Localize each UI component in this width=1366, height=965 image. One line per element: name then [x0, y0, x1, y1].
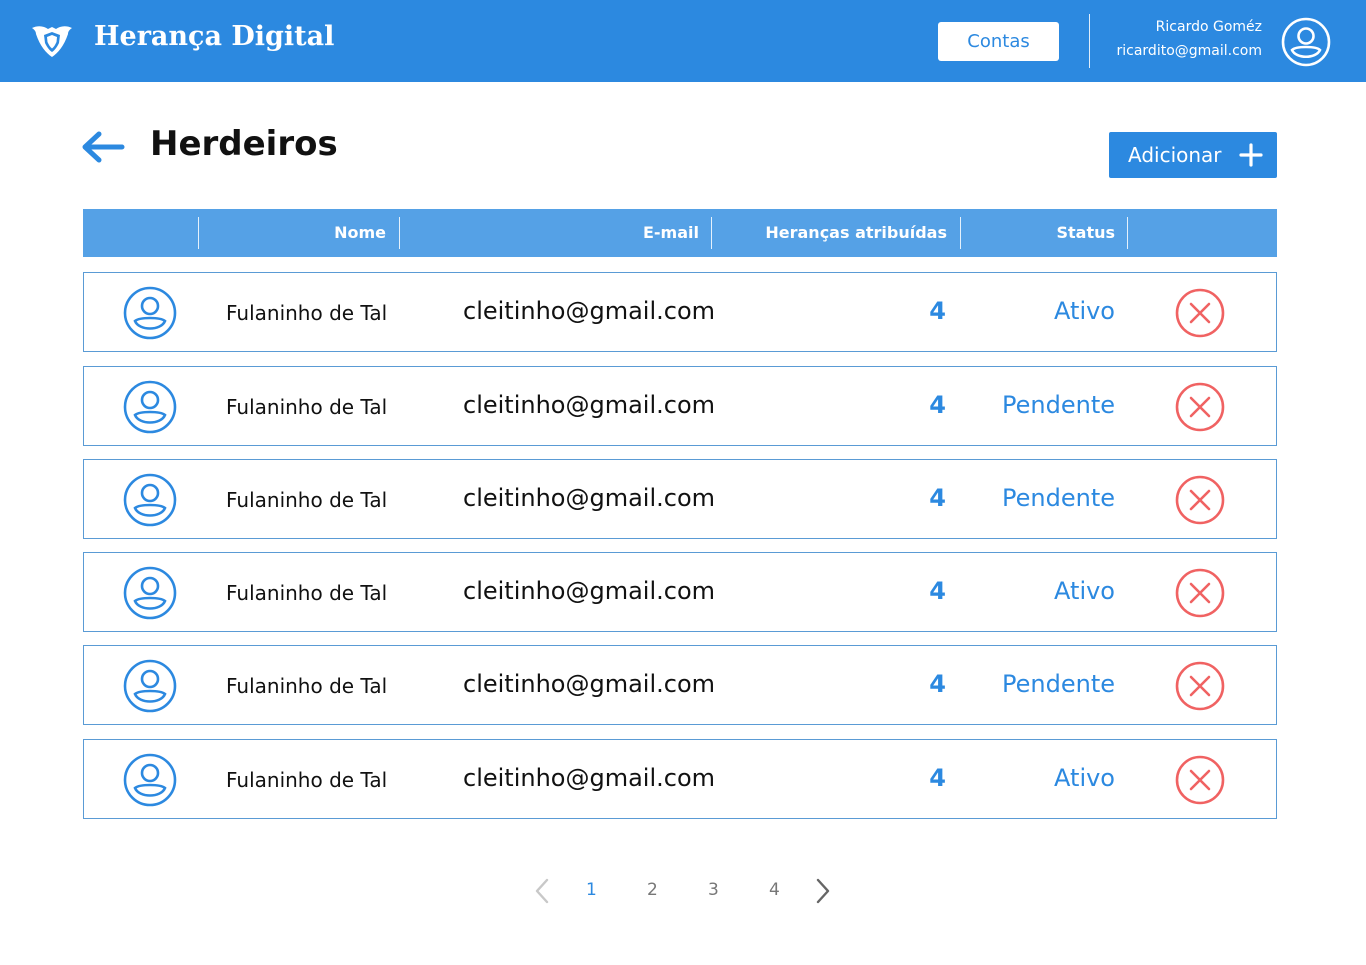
heir-name: Fulaninho de Tal — [226, 301, 388, 325]
status-text: Ativo — [1054, 577, 1115, 605]
user-circle-icon — [123, 753, 177, 807]
table-row[interactable]: Fulaninho de Tal cleitinho@gmail.com 4 A… — [83, 272, 1277, 352]
heir-email: cleitinho@gmail.com — [463, 391, 716, 419]
inheritance-count: 4 — [929, 577, 946, 605]
page-title: Herdeiros — [150, 124, 338, 164]
column-header-nome[interactable]: Nome — [334, 223, 386, 242]
page-link-3[interactable]: 3 — [708, 880, 719, 900]
user-name: Ricardo Goméz — [1155, 19, 1262, 35]
add-button-label: Adicionar — [1128, 143, 1222, 167]
user-circle-icon — [123, 286, 177, 340]
table-row[interactable]: Fulaninho de Tal cleitinho@gmail.com 4 P… — [83, 366, 1277, 446]
header-separator — [711, 217, 712, 249]
back-arrow-icon[interactable] — [80, 127, 126, 167]
inheritance-count: 4 — [929, 391, 946, 419]
plus-icon — [1239, 143, 1263, 167]
heir-email: cleitinho@gmail.com — [463, 297, 716, 325]
add-heir-button[interactable]: Adicionar — [1109, 132, 1277, 178]
heir-name: Fulaninho de Tal — [226, 488, 388, 512]
user-circle-icon — [123, 473, 177, 527]
inheritance-count: 4 — [929, 764, 946, 792]
heir-email: cleitinho@gmail.com — [463, 484, 716, 512]
table-row[interactable]: Fulaninho de Tal cleitinho@gmail.com 4 P… — [83, 459, 1277, 539]
header-divider — [1089, 14, 1090, 68]
heir-name: Fulaninho de Tal — [226, 768, 388, 792]
heir-name: Fulaninho de Tal — [226, 395, 388, 419]
table-row[interactable]: Fulaninho de Tal cleitinho@gmail.com 4 P… — [83, 645, 1277, 725]
header-separator — [1127, 217, 1128, 249]
close-circle-icon[interactable] — [1175, 475, 1225, 525]
header-separator — [960, 217, 961, 249]
chevron-left-icon[interactable] — [534, 878, 550, 904]
heir-name: Fulaninho de Tal — [226, 581, 388, 605]
status-text: Ativo — [1054, 297, 1115, 325]
inheritance-count: 4 — [929, 670, 946, 698]
header-separator — [399, 217, 400, 249]
page-link-2[interactable]: 2 — [647, 880, 658, 900]
heir-email: cleitinho@gmail.com — [463, 764, 716, 792]
close-circle-icon[interactable] — [1175, 568, 1225, 618]
page-link-4[interactable]: 4 — [769, 880, 780, 900]
column-header-herancas[interactable]: Heranças atribuídas — [765, 223, 947, 242]
shield-wings-icon[interactable] — [30, 22, 74, 60]
user-avatar-icon[interactable] — [1281, 17, 1331, 67]
user-email: ricardito@gmail.com — [1116, 43, 1263, 59]
status-text: Pendente — [1002, 670, 1115, 698]
top-bar: Herança Digital Contas Ricardo Goméz ric… — [0, 0, 1366, 82]
user-circle-icon — [123, 659, 177, 713]
close-circle-icon[interactable] — [1175, 661, 1225, 711]
chevron-right-icon[interactable] — [815, 878, 831, 904]
user-circle-icon — [123, 380, 177, 434]
heir-email: cleitinho@gmail.com — [463, 670, 716, 698]
status-text: Ativo — [1054, 764, 1115, 792]
close-circle-icon[interactable] — [1175, 755, 1225, 805]
heir-email: cleitinho@gmail.com — [463, 577, 716, 605]
close-circle-icon[interactable] — [1175, 382, 1225, 432]
user-circle-icon — [123, 566, 177, 620]
status-text: Pendente — [1002, 391, 1115, 419]
contas-button[interactable]: Contas — [938, 22, 1059, 61]
heir-name: Fulaninho de Tal — [226, 674, 388, 698]
close-circle-icon[interactable] — [1175, 288, 1225, 338]
inheritance-count: 4 — [929, 297, 946, 325]
brand-name[interactable]: Herança Digital — [94, 21, 334, 52]
table-row[interactable]: Fulaninho de Tal cleitinho@gmail.com 4 A… — [83, 739, 1277, 819]
header-separator — [198, 217, 199, 249]
status-text: Pendente — [1002, 484, 1115, 512]
column-header-status[interactable]: Status — [1056, 223, 1115, 242]
table-header: Nome E-mail Heranças atribuídas Status — [83, 209, 1277, 257]
table-row[interactable]: Fulaninho de Tal cleitinho@gmail.com 4 A… — [83, 552, 1277, 632]
column-header-email[interactable]: E-mail — [643, 223, 699, 242]
page-link-1[interactable]: 1 — [586, 880, 597, 900]
inheritance-count: 4 — [929, 484, 946, 512]
